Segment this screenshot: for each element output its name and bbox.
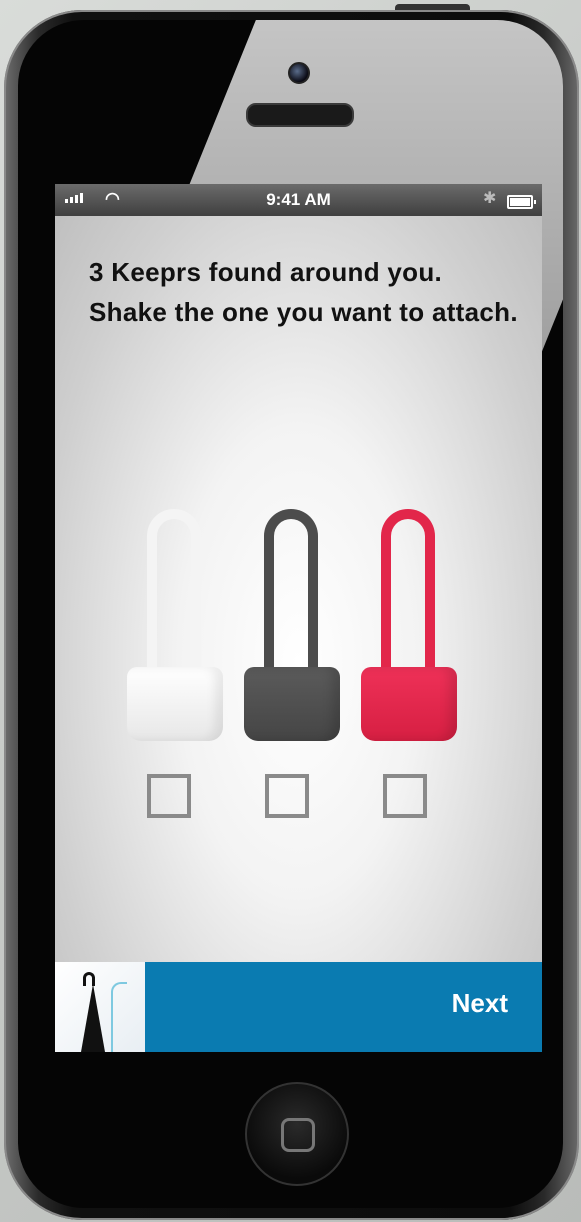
bluetooth-icon: ✱ bbox=[483, 190, 497, 207]
cane-icon bbox=[111, 982, 127, 1052]
keeper-loop bbox=[147, 509, 201, 684]
battery-icon bbox=[507, 195, 536, 209]
bottom-bar: Next bbox=[55, 962, 542, 1052]
keeper-loop bbox=[381, 509, 435, 684]
next-button[interactable]: Next bbox=[452, 988, 508, 1019]
earpiece-speaker bbox=[246, 103, 354, 127]
headline-line-1: 3 Keeprs found around you. bbox=[89, 257, 443, 287]
keeper-body bbox=[244, 667, 340, 741]
home-button[interactable] bbox=[245, 1082, 349, 1186]
keeper-white[interactable] bbox=[127, 509, 223, 749]
keeper-body bbox=[361, 667, 457, 741]
phone-mockup: ◠ 9:41 AM ✱ 3 Keeprs found around you. S… bbox=[0, 0, 581, 1222]
umbrella-icon bbox=[81, 984, 105, 1052]
keeper-white-checkbox[interactable] bbox=[147, 774, 191, 818]
keeper-red[interactable] bbox=[361, 509, 457, 749]
headline-line-2: Shake the one you want to attach. bbox=[89, 297, 518, 327]
front-camera bbox=[288, 62, 310, 84]
keeper-grey-checkbox[interactable] bbox=[265, 774, 309, 818]
app-screen: ◠ 9:41 AM ✱ 3 Keeprs found around you. S… bbox=[55, 184, 542, 1052]
keeper-red-checkbox[interactable] bbox=[383, 774, 427, 818]
keeper-body bbox=[127, 667, 223, 741]
status-bar: ◠ 9:41 AM ✱ bbox=[55, 184, 542, 216]
home-square-icon bbox=[281, 1118, 315, 1152]
keeper-loop bbox=[264, 509, 318, 684]
page-title: 3 Keeprs found around you. Shake the one… bbox=[89, 252, 529, 332]
umbrella-handle-icon bbox=[83, 972, 95, 986]
umbrella-thumbnail bbox=[55, 962, 145, 1052]
keeper-grey[interactable] bbox=[244, 509, 340, 749]
status-time: 9:41 AM bbox=[266, 190, 331, 209]
